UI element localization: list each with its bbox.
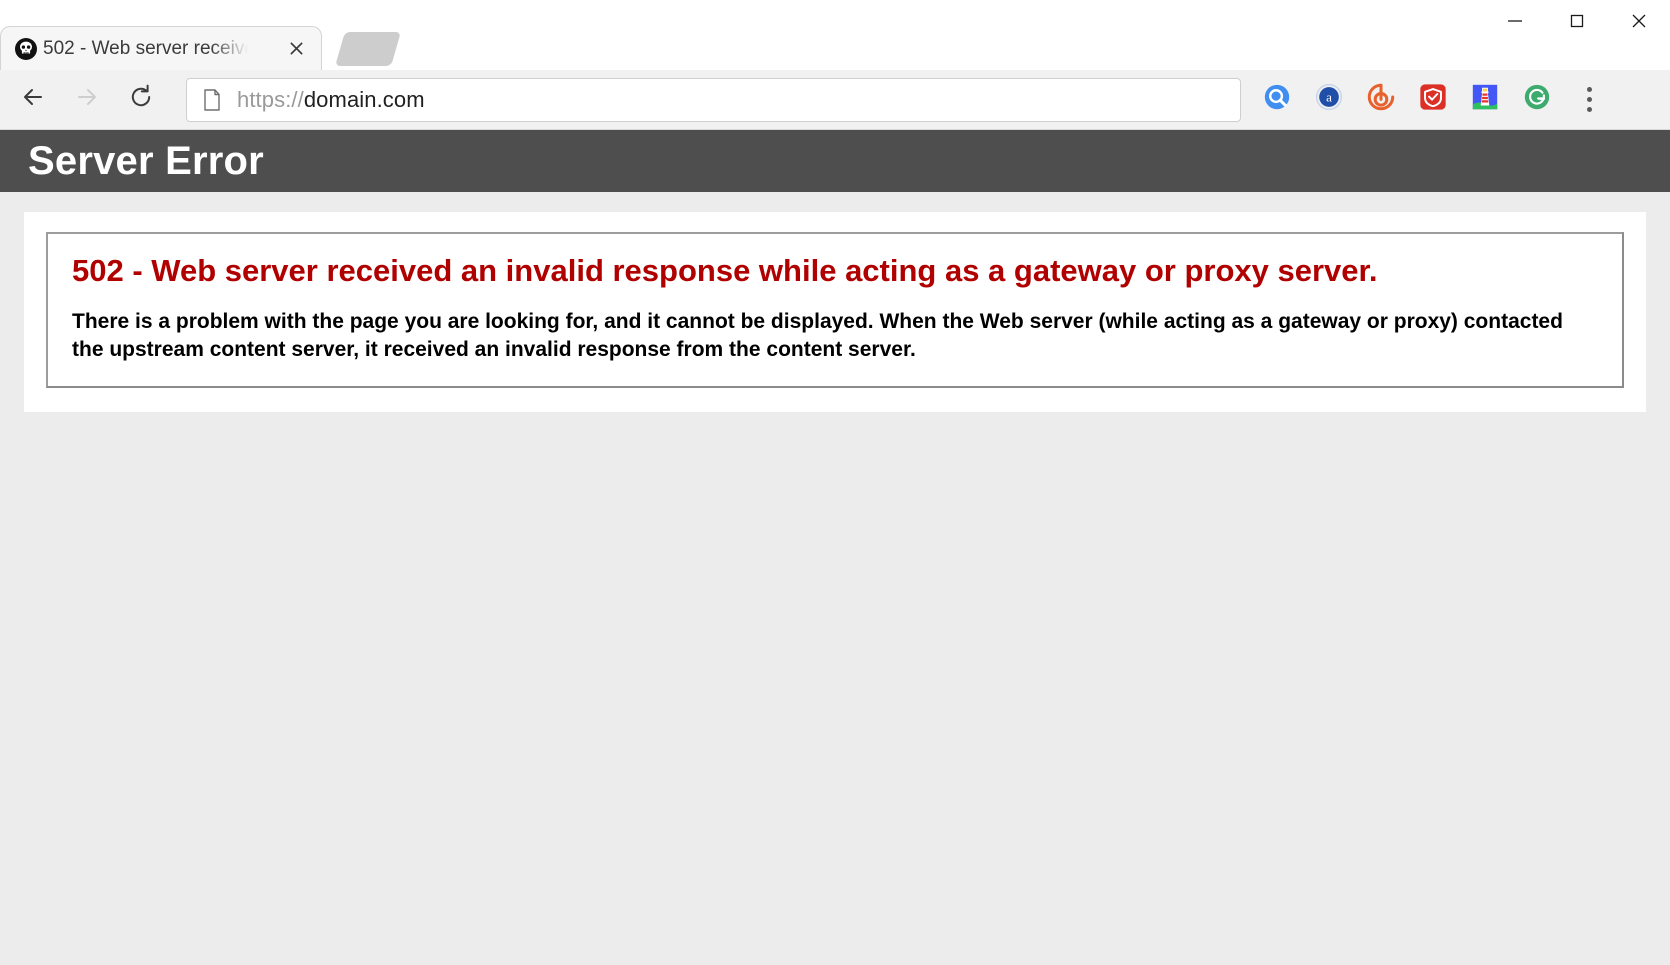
tab-active[interactable]: 502 - Web server received an invalid res… bbox=[0, 26, 322, 70]
tab-close-icon[interactable] bbox=[285, 38, 307, 60]
menu-dot-icon bbox=[1586, 107, 1592, 112]
close-icon bbox=[1627, 9, 1651, 33]
alexa-rank-extension-button[interactable]: a bbox=[1305, 76, 1353, 124]
content-card: 502 - Web server received an invalid res… bbox=[24, 212, 1646, 412]
chrome-menu-button[interactable] bbox=[1567, 76, 1611, 124]
menu-dot-icon bbox=[1586, 87, 1592, 92]
search-lens-extension-button[interactable] bbox=[1253, 76, 1301, 124]
search-lens-icon bbox=[1262, 82, 1292, 117]
error-description: There is a problem with the page you are… bbox=[72, 310, 1563, 362]
lighthouse-icon bbox=[1470, 82, 1500, 117]
page-viewport: Server Error 502 - Web server received a… bbox=[0, 130, 1670, 965]
document-icon bbox=[201, 88, 223, 112]
alexa-a-icon: a bbox=[1314, 82, 1344, 117]
shield-check-extension-button[interactable] bbox=[1409, 76, 1457, 124]
error-message-box: 502 - Web server received an invalid res… bbox=[46, 232, 1624, 388]
extension-toolbar: a bbox=[1253, 76, 1561, 124]
shield-check-icon bbox=[1418, 82, 1448, 117]
maximize-button[interactable] bbox=[1546, 0, 1608, 42]
title-bar: 502 - Web server received an invalid res… bbox=[0, 0, 1670, 70]
url-text: https://domain.com bbox=[237, 87, 425, 113]
grammarly-extension-button[interactable] bbox=[1513, 76, 1561, 124]
skull-favicon-icon bbox=[15, 37, 37, 60]
forward-button[interactable] bbox=[60, 73, 114, 127]
buzzsumo-b-icon bbox=[1366, 82, 1396, 117]
tab-title: 502 - Web server received an invalid res… bbox=[43, 37, 248, 59]
new-tab-button[interactable] bbox=[335, 32, 401, 66]
menu-dot-icon bbox=[1586, 97, 1592, 102]
grammarly-g-icon bbox=[1522, 82, 1552, 117]
lighthouse-extension-button[interactable] bbox=[1461, 76, 1509, 124]
url-host: domain.com bbox=[303, 86, 425, 112]
address-bar[interactable]: https://domain.com bbox=[186, 77, 1241, 122]
arrow-right-icon bbox=[73, 83, 101, 116]
back-button[interactable] bbox=[6, 73, 60, 127]
error-heading: 502 - Web server received an invalid res… bbox=[72, 253, 1378, 288]
minimize-icon bbox=[1503, 9, 1527, 33]
browser-toolbar: https://domain.com a bbox=[0, 70, 1670, 130]
reload-button[interactable] bbox=[114, 73, 168, 127]
page-title: Server Error bbox=[28, 138, 264, 183]
maximize-icon bbox=[1565, 9, 1589, 33]
browser-window: 502 - Web server received an invalid res… bbox=[0, 0, 1670, 965]
window-controls bbox=[1484, 0, 1670, 42]
close-button[interactable] bbox=[1608, 0, 1670, 42]
svg-text:a: a bbox=[1326, 90, 1332, 105]
tab-strip: 502 - Web server received an invalid res… bbox=[0, 24, 401, 70]
error-banner: Server Error bbox=[0, 130, 1670, 192]
url-scheme: https:// bbox=[237, 86, 304, 112]
arrow-left-icon bbox=[19, 83, 47, 116]
buzzsumo-extension-button[interactable] bbox=[1357, 76, 1405, 124]
minimize-button[interactable] bbox=[1484, 0, 1546, 42]
reload-icon bbox=[127, 83, 155, 116]
